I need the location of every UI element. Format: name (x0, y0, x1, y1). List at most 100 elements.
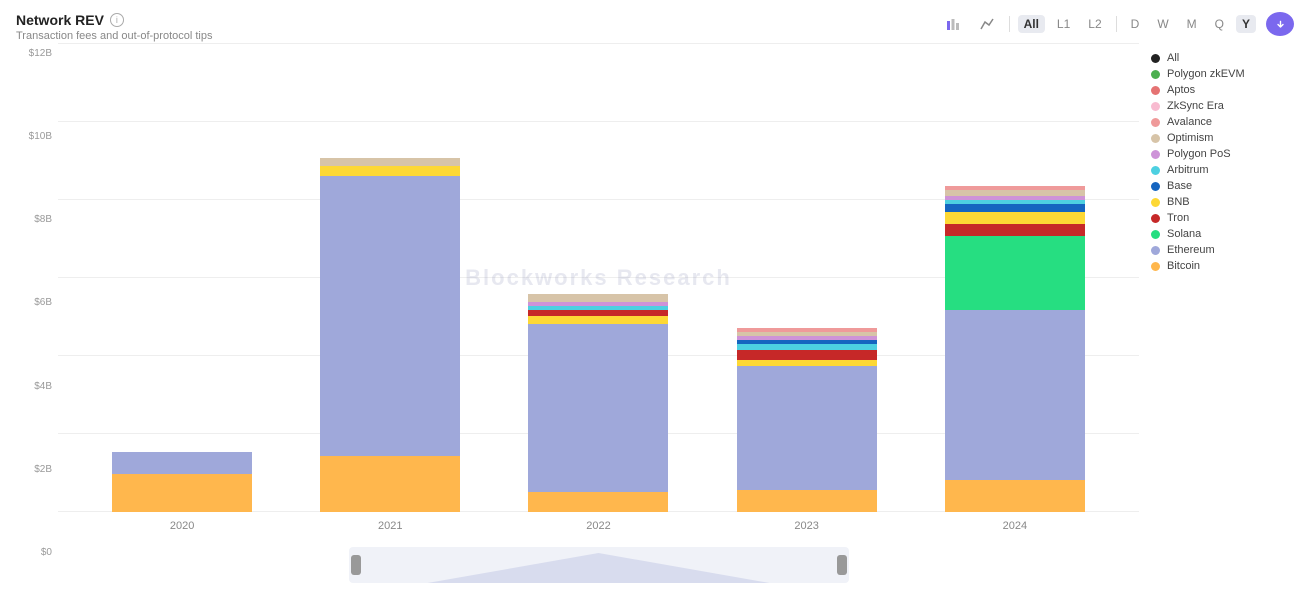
legend-dot-optimism (1151, 134, 1160, 143)
legend-item-aptos[interactable]: Aptos (1151, 84, 1282, 96)
legend: All Polygon zkEVM Aptos ZkSync Era Avala… (1139, 44, 1294, 594)
legend-item-solana[interactable]: Solana (1151, 228, 1282, 240)
bar-segment-2021-opt (320, 158, 460, 166)
download-button[interactable] (1266, 12, 1294, 36)
title-line: Network REV i (16, 12, 212, 28)
scrollbar-track[interactable] (349, 547, 849, 583)
legend-label-tron: Tron (1167, 212, 1189, 224)
bar-stack-2023 (737, 328, 877, 512)
scrollbar-area (58, 540, 1139, 590)
x-label-2021: 2021 (320, 520, 460, 532)
separator-2 (1116, 16, 1117, 32)
chart-title: Network REV (16, 12, 104, 28)
bar-segment-2024-tron (945, 224, 1085, 236)
x-label-2024: 2024 (945, 520, 1085, 532)
tf-y-btn[interactable]: Y (1236, 15, 1256, 33)
bar-stack-2021 (320, 158, 460, 512)
tf-d-btn[interactable]: D (1125, 15, 1146, 33)
legend-item-zksync[interactable]: ZkSync Era (1151, 100, 1282, 112)
legend-item-arbitrum[interactable]: Arbitrum (1151, 164, 1282, 176)
bar-segment-2022-bitcoin (528, 492, 668, 512)
x-label-2020: 2020 (112, 520, 252, 532)
tf-m-btn[interactable]: M (1181, 15, 1203, 33)
period-all-btn[interactable]: All (1018, 15, 1045, 33)
legend-item-tron[interactable]: Tron (1151, 212, 1282, 224)
y-label-0: $0 (16, 547, 58, 558)
legend-dot-zksync (1151, 102, 1160, 111)
y-label-2b: $2B (16, 464, 58, 475)
legend-dot-avalance (1151, 118, 1160, 127)
y-axis: $12B $10B $8B $6B $4B $2B $0 (16, 44, 58, 594)
bar-group-2021 (320, 158, 460, 512)
bar-segment-2023-eth (737, 366, 877, 490)
legend-label-zksync: ZkSync Era (1167, 100, 1224, 112)
scrollbar-handle-right[interactable] (837, 555, 847, 575)
legend-item-optimism[interactable]: Optimism (1151, 132, 1282, 144)
bars-container (58, 44, 1139, 512)
tf-w-btn[interactable]: W (1151, 15, 1174, 33)
bar-segment-2024-eth (945, 310, 1085, 480)
bar-segment-2024-bnb (945, 212, 1085, 224)
legend-label-bnb: BNB (1167, 196, 1190, 208)
chart-with-axis: $12B $10B $8B $6B $4B $2B $0 (16, 44, 1139, 594)
chart-body: Blockworks Research (58, 44, 1139, 594)
bar-segment-2021-eth (320, 176, 460, 456)
bar-stack-2024 (945, 186, 1085, 512)
bar-segment-2021-bitcoin (320, 456, 460, 512)
header-row: Network REV i Transaction fees and out-o… (16, 12, 1294, 42)
grid-and-bars: Blockworks Research (58, 44, 1139, 512)
info-icon[interactable]: i (110, 13, 124, 27)
y-label-10b: $10B (16, 131, 58, 142)
scrollbar-shape (409, 553, 789, 583)
legend-dot-polygon-pos (1151, 150, 1160, 159)
legend-label-solana: Solana (1167, 228, 1201, 240)
legend-item-avalance[interactable]: Avalance (1151, 116, 1282, 128)
controls-bar: All L1 L2 D W M Q Y (939, 12, 1294, 36)
main-container: Network REV i Transaction fees and out-o… (0, 0, 1310, 594)
legend-dot-aptos (1151, 86, 1160, 95)
legend-item-ethereum[interactable]: Ethereum (1151, 244, 1282, 256)
legend-dot-solana (1151, 230, 1160, 239)
legend-label-optimism: Optimism (1167, 132, 1213, 144)
chart-area: $12B $10B $8B $6B $4B $2B $0 (16, 44, 1294, 594)
x-label-2023: 2023 (737, 520, 877, 532)
legend-item-all[interactable]: All (1151, 52, 1282, 64)
legend-item-bitcoin[interactable]: Bitcoin (1151, 260, 1282, 272)
bar-chart-toggle[interactable] (939, 12, 967, 36)
bar-stack-2020 (112, 452, 252, 512)
x-label-2022: 2022 (528, 520, 668, 532)
bar-segment-2022-eth (528, 324, 668, 492)
bar-segment-2023-bitcoin (737, 490, 877, 512)
legend-item-polygon-zkevm[interactable]: Polygon zkEVM (1151, 68, 1282, 80)
tf-q-btn[interactable]: Q (1209, 15, 1230, 33)
y-label-12b: $12B (16, 48, 58, 59)
legend-dot-polygon-zkevm (1151, 70, 1160, 79)
legend-label-avalance: Avalance (1167, 116, 1212, 128)
line-chart-toggle[interactable] (973, 12, 1001, 36)
bar-segment-2023-tron (737, 350, 877, 360)
separator-1 (1009, 16, 1010, 32)
legend-dot-ethereum (1151, 246, 1160, 255)
y-label-8b: $8B (16, 214, 58, 225)
y-label-4b: $4B (16, 381, 58, 392)
legend-item-polygon-pos[interactable]: Polygon PoS (1151, 148, 1282, 160)
legend-label-polygon-pos: Polygon PoS (1167, 148, 1231, 160)
legend-dot-base (1151, 182, 1160, 191)
legend-dot-bitcoin (1151, 262, 1160, 271)
legend-dot-bnb (1151, 198, 1160, 207)
bar-segment-2022-opt (528, 294, 668, 302)
legend-item-bnb[interactable]: BNB (1151, 196, 1282, 208)
legend-label-base: Base (1167, 180, 1192, 192)
bar-group-2023 (737, 328, 877, 512)
legend-label-arbitrum: Arbitrum (1167, 164, 1209, 176)
legend-label-ethereum: Ethereum (1167, 244, 1215, 256)
period-l2-btn[interactable]: L2 (1082, 15, 1107, 33)
period-l1-btn[interactable]: L1 (1051, 15, 1076, 33)
bar-segment-2020-bitcoin (112, 474, 252, 512)
bar-segment-2021-bnb (320, 166, 460, 176)
scrollbar-handle-left[interactable] (351, 555, 361, 575)
legend-item-base[interactable]: Base (1151, 180, 1282, 192)
legend-dot-tron (1151, 214, 1160, 223)
legend-label-polygon-zkevm: Polygon zkEVM (1167, 68, 1245, 80)
bar-group-2022 (528, 294, 668, 512)
